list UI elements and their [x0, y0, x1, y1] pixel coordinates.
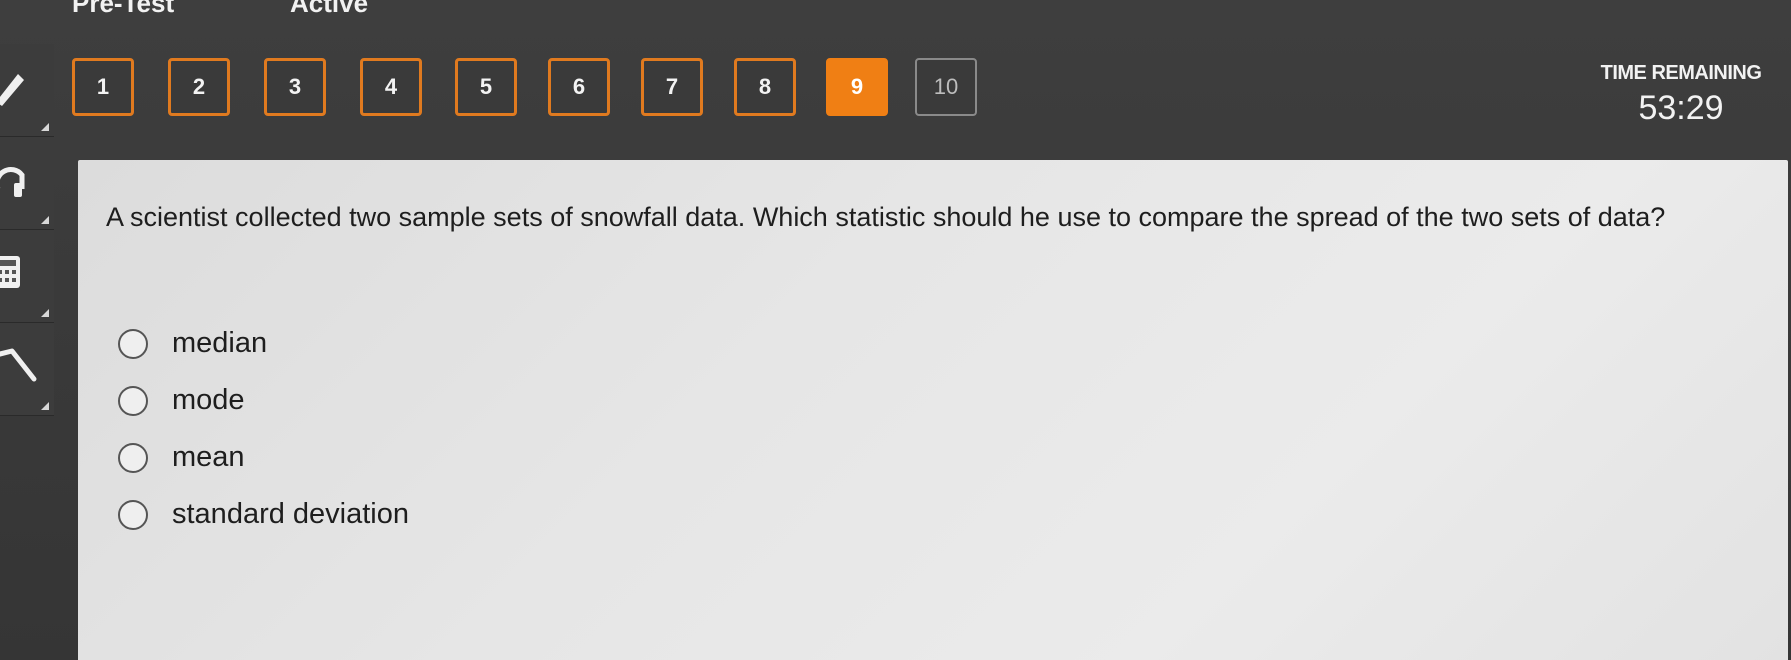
expand-corner-icon — [41, 402, 49, 410]
question-9-button-current[interactable]: 9 — [826, 58, 888, 116]
question-7-button[interactable]: 7 — [641, 58, 703, 116]
question-8-button[interactable]: 8 — [734, 58, 796, 116]
choice-label: standard deviation — [172, 498, 409, 530]
radio-button[interactable] — [118, 499, 148, 530]
calculator-icon — [0, 256, 20, 288]
choice-label: mean — [172, 441, 245, 473]
calculator-tool-button[interactable] — [0, 230, 54, 323]
question-2-button[interactable]: 2 — [168, 58, 230, 116]
choice-label: mode — [172, 384, 245, 416]
section-title: Pre-Test — [72, 0, 175, 18]
expand-corner-icon — [41, 216, 49, 224]
question-text: A scientist collected two sample sets of… — [106, 202, 1666, 232]
line-tool-button[interactable] — [0, 323, 54, 416]
question-1-button[interactable]: 1 — [72, 58, 134, 116]
choice-median[interactable]: median — [118, 315, 409, 372]
question-panel: A scientist collected two sample sets of… — [78, 160, 1788, 660]
test-app: Pre-Test Active 1 2 3 4 5 6 7 8 9 10 TIM… — [0, 0, 1791, 660]
choice-label: median — [172, 327, 268, 359]
timer: TIME REMAINING 53:29 — [1581, 62, 1781, 128]
tool-rail — [0, 44, 54, 444]
headphones-icon — [0, 167, 25, 197]
choice-mean[interactable]: mean — [118, 429, 409, 486]
timer-label: TIME REMAINING — [1600, 62, 1762, 84]
line-tool-icon — [0, 348, 37, 382]
choice-mode[interactable]: mode — [118, 372, 409, 429]
expand-corner-icon — [41, 123, 49, 131]
top-bar: Pre-Test Active — [0, 0, 1791, 30]
status-label: Active — [290, 0, 369, 18]
audio-tool-button[interactable] — [0, 137, 54, 230]
radio-button[interactable] — [118, 442, 148, 473]
question-3-button[interactable]: 3 — [264, 58, 326, 116]
question-10-button[interactable]: 10 — [915, 58, 977, 116]
choice-standard-deviation[interactable]: standard deviation — [118, 486, 409, 543]
pencil-tool-button[interactable] — [0, 44, 54, 137]
pencil-icon — [0, 74, 24, 106]
question-6-button[interactable]: 6 — [548, 58, 610, 116]
expand-corner-icon — [41, 309, 49, 317]
radio-button[interactable] — [118, 328, 148, 359]
radio-button[interactable] — [118, 385, 148, 416]
question-5-button[interactable]: 5 — [455, 58, 517, 116]
timer-value: 53:29 — [1638, 89, 1724, 127]
answer-choices: median mode mean standard deviation — [118, 315, 409, 543]
question-4-button[interactable]: 4 — [360, 58, 422, 116]
